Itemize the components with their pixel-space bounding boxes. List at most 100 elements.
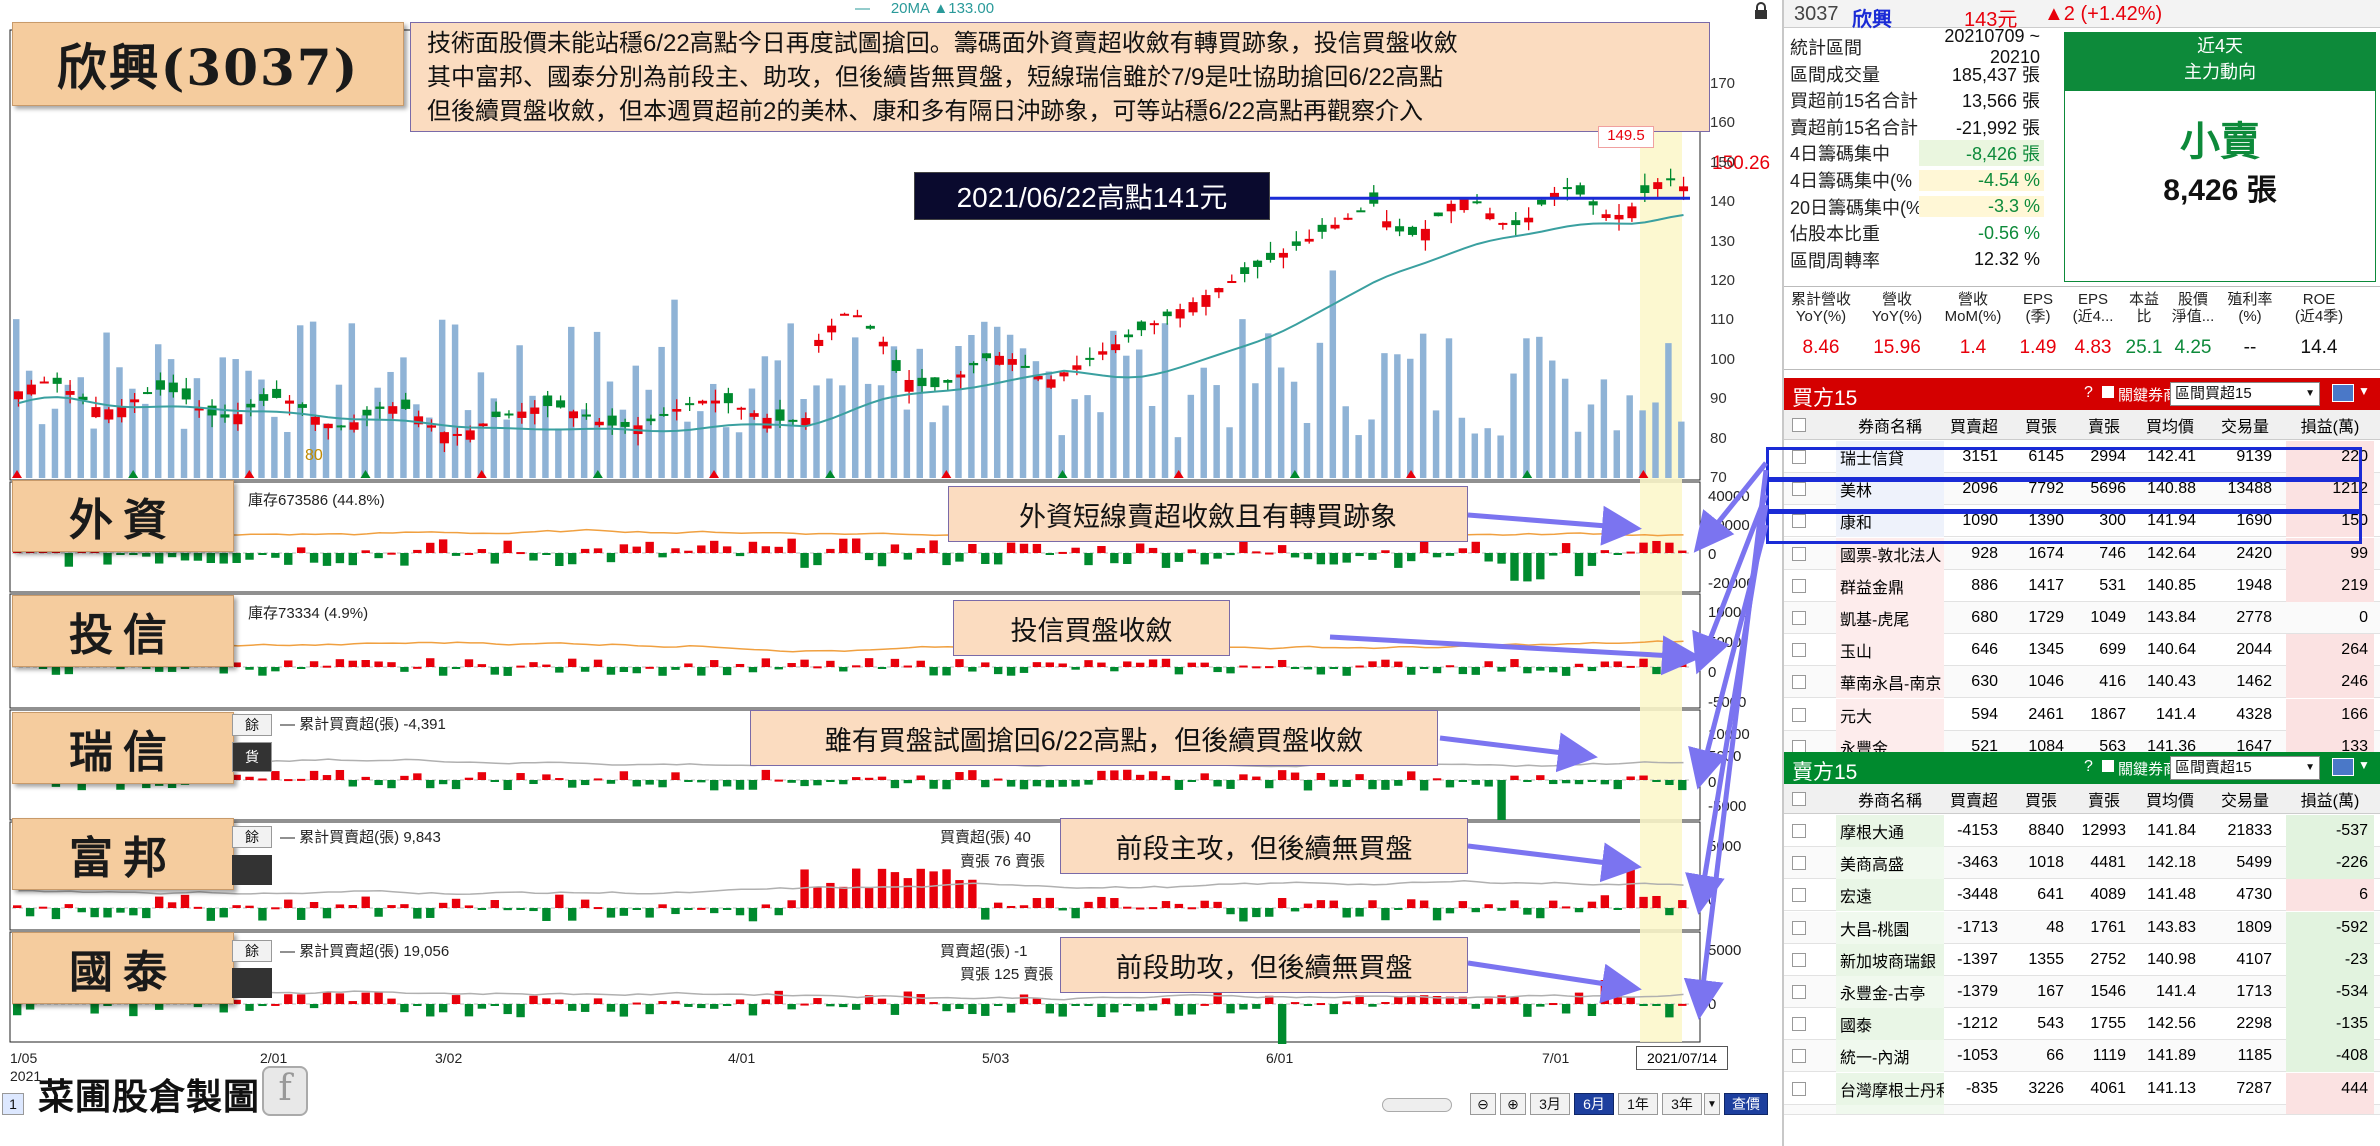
table-row[interactable]: 群益金鼎 886 1417 531 140.85 1948 219 bbox=[1784, 569, 2380, 602]
table-row[interactable]: 宏遠 -3448 641 4089 141.48 4730 6 bbox=[1784, 879, 2380, 912]
column-header[interactable]: 損益(萬) bbox=[2286, 784, 2374, 814]
net-buy-bar bbox=[1574, 780, 1584, 785]
table-row[interactable]: 統一-內湖 -1053 66 1119 141.89 1185 -408 bbox=[1784, 1040, 2380, 1073]
period-1y[interactable]: 1年 bbox=[1618, 1093, 1658, 1115]
row-checkbox[interactable] bbox=[1792, 952, 1806, 967]
column-header[interactable]: 券商名稱 bbox=[1836, 784, 1944, 814]
facebook-icon[interactable]: f bbox=[262, 1066, 308, 1116]
page-button[interactable]: 1 bbox=[2, 1093, 24, 1115]
lock-icon[interactable] bbox=[1752, 2, 1770, 20]
period-6m[interactable]: 6月 bbox=[1574, 1093, 1614, 1115]
table-cell: -1212 bbox=[1957, 1015, 1998, 1033]
column-header[interactable]: 買張 bbox=[2012, 784, 2070, 814]
zoom-out-icon[interactable]: ⊖ bbox=[1470, 1093, 1496, 1115]
table-row[interactable]: 大昌-桃園 -1713 48 1761 143.83 1809 -592 bbox=[1784, 911, 2380, 944]
table-row[interactable]: 玉山 646 1345 699 140.64 2044 264 bbox=[1784, 634, 2380, 667]
query-button[interactable]: 查價 bbox=[1724, 1093, 1768, 1115]
row-checkbox[interactable] bbox=[1792, 675, 1806, 690]
row-checkbox[interactable] bbox=[1792, 888, 1806, 903]
net-buy-bar bbox=[722, 780, 732, 787]
table-row[interactable]: 國泰 -1212 543 1755 142.56 2298 -135 bbox=[1784, 1008, 2380, 1041]
scroll-slider[interactable] bbox=[1382, 1098, 1452, 1112]
column-header[interactable]: 買賣超 bbox=[1944, 784, 2004, 814]
table-row[interactable]: 摩根大通 -4153 8840 12993 141.84 21833 -537 bbox=[1784, 815, 2380, 847]
row-checkbox[interactable] bbox=[1792, 1081, 1806, 1096]
mode-swatch bbox=[232, 855, 272, 885]
net-buy-bar bbox=[555, 894, 564, 908]
mode-button[interactable]: 餘 bbox=[232, 826, 272, 848]
candle-body bbox=[1407, 226, 1418, 235]
column-header[interactable]: 買均價 bbox=[2138, 410, 2202, 440]
table-row[interactable]: 台灣摩根士丹利 -835 3226 4061 141.13 7287 444 bbox=[1784, 1072, 2380, 1105]
table-cell: 2044 bbox=[2236, 641, 2272, 659]
row-checkbox[interactable] bbox=[1792, 1114, 1806, 1115]
help-icon[interactable]: ? bbox=[2084, 384, 2093, 402]
table-row[interactable]: 大和國泰-778 22 800 143 822 88 bbox=[1784, 1104, 2380, 1115]
net-buy-bar bbox=[1665, 908, 1674, 916]
net-buy-bar bbox=[1110, 898, 1119, 908]
table-row[interactable]: 美商高盛 -3463 1018 4481 142.18 5499 -226 bbox=[1784, 847, 2380, 880]
column-header[interactable]: 交易量 bbox=[2212, 410, 2278, 440]
table-cell: 143.83 bbox=[2147, 918, 2196, 936]
column-header[interactable]: 買張 bbox=[2012, 410, 2070, 440]
column-header[interactable]: 買賣超 bbox=[1944, 410, 2004, 440]
row-checkbox[interactable] bbox=[1792, 1017, 1806, 1032]
mode-button[interactable]: 餘 bbox=[232, 714, 272, 736]
table-cell: 416 bbox=[2099, 673, 2126, 691]
net-buy-bar bbox=[1355, 665, 1364, 668]
volume-bar bbox=[374, 387, 381, 478]
period-dropdown-icon[interactable]: ▼ bbox=[1704, 1093, 1720, 1115]
grid-icon[interactable] bbox=[2332, 758, 2354, 776]
mode-button-dark[interactable]: 貨 bbox=[232, 742, 272, 772]
table-row[interactable]: 凱基-虎尾 680 1729 1049 143.84 2778 0 bbox=[1784, 602, 2380, 634]
candle-body bbox=[259, 394, 269, 401]
candle-body bbox=[1278, 252, 1288, 258]
row-checkbox[interactable] bbox=[1792, 985, 1806, 999]
period-3m[interactable]: 3月 bbox=[1530, 1093, 1570, 1115]
net-buy-bar bbox=[722, 1004, 732, 1006]
table-row[interactable]: 元大 594 2461 1867 141.4 4328 166 bbox=[1784, 698, 2380, 731]
row-checkbox[interactable] bbox=[1792, 578, 1806, 593]
table-row[interactable]: 華南永昌-南京 630 1046 416 140.43 1462 246 bbox=[1784, 666, 2380, 699]
mode-button[interactable]: 餘 bbox=[232, 940, 272, 962]
column-header[interactable]: 買均價 bbox=[2138, 784, 2202, 814]
net-buy-bar bbox=[826, 780, 835, 782]
stat-key: 賣超前15名合計 bbox=[1790, 117, 1919, 138]
buy-range-select[interactable]: 區間買超15 ▼ bbox=[2170, 382, 2320, 406]
zoom-in-icon[interactable]: ⊕ bbox=[1500, 1093, 1526, 1115]
net-buy-bar bbox=[387, 552, 396, 555]
row-checkbox[interactable] bbox=[1792, 1049, 1806, 1064]
sell-range-select[interactable]: 區間賣超15 ▼ bbox=[2170, 756, 2320, 780]
row-checkbox[interactable] bbox=[1792, 546, 1806, 561]
row-checkbox[interactable] bbox=[1792, 824, 1806, 838]
select-all-checkbox[interactable] bbox=[1792, 792, 1806, 806]
table-row[interactable]: 永豐金-古亭 -1379 167 1546 141.4 1713 -534 bbox=[1784, 976, 2380, 1008]
net-buy-bar bbox=[813, 553, 822, 566]
key-broker-checkbox[interactable] bbox=[2102, 760, 2114, 772]
row-checkbox[interactable] bbox=[1792, 856, 1806, 871]
net-buy-bar bbox=[839, 538, 848, 553]
row-checkbox[interactable] bbox=[1792, 611, 1806, 625]
select-all-checkbox[interactable] bbox=[1792, 418, 1806, 432]
net-buy-bar bbox=[1600, 980, 1610, 1004]
volume-bar bbox=[697, 411, 704, 478]
net-buy-bar bbox=[968, 770, 977, 780]
row-checkbox[interactable] bbox=[1792, 643, 1806, 658]
collapse-icon[interactable]: ▼ bbox=[2358, 758, 2370, 772]
table-cell: 141.4 bbox=[2155, 705, 2196, 723]
collapse-icon[interactable]: ▼ bbox=[2358, 384, 2370, 398]
help-icon[interactable]: ? bbox=[2084, 758, 2093, 776]
column-header[interactable]: 損益(萬) bbox=[2286, 410, 2374, 440]
chart-area[interactable]: — 20MA ▲133.00 欣興(3037) 技術面股價未能站穩6/22高點今… bbox=[0, 0, 1780, 1146]
column-header[interactable]: 交易量 bbox=[2212, 784, 2278, 814]
grid-icon[interactable] bbox=[2332, 384, 2354, 402]
key-broker-checkbox[interactable] bbox=[2102, 386, 2114, 398]
row-checkbox[interactable] bbox=[1792, 707, 1806, 722]
x-year: 2021 bbox=[10, 1068, 42, 1084]
column-header[interactable]: 賣張 bbox=[2076, 784, 2132, 814]
column-header[interactable]: 券商名稱 bbox=[1836, 410, 1944, 440]
table-row[interactable]: 新加坡商瑞銀 -1397 1355 2752 140.98 4107 -23 bbox=[1784, 943, 2380, 976]
column-header[interactable]: 賣張 bbox=[2076, 410, 2132, 440]
period-3y[interactable]: 3年 bbox=[1662, 1093, 1702, 1115]
row-checkbox[interactable] bbox=[1792, 920, 1806, 935]
